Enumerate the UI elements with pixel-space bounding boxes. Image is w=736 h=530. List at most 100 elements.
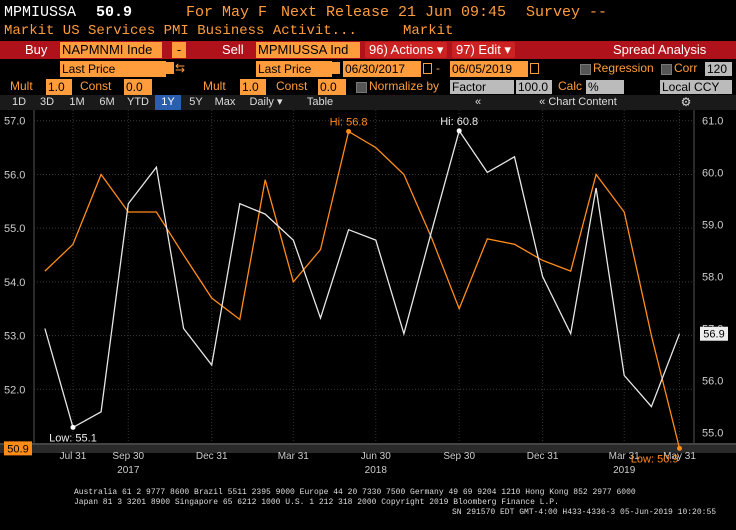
last-value: 50.9 bbox=[96, 4, 133, 21]
footer-session: SN 291570 EDT GMT-4:00 H433-4336-3 05-Ju… bbox=[452, 508, 717, 517]
end-date-input[interactable]: 06/05/2019 bbox=[450, 61, 528, 77]
edit-button[interactable]: 97) Edit ▾ bbox=[452, 42, 515, 58]
tab-5y[interactable]: 5Y bbox=[183, 95, 209, 110]
year-label: 2019 bbox=[613, 465, 636, 476]
x-tick-label: Jun 30 bbox=[361, 451, 391, 462]
right-tick-label: 60.0 bbox=[702, 167, 723, 179]
date-dash: - bbox=[436, 61, 440, 75]
tab-ytd[interactable]: YTD bbox=[123, 95, 153, 110]
chart-content-button[interactable]: « Chart Content bbox=[528, 95, 628, 110]
x-tick-label: Dec 31 bbox=[527, 451, 559, 462]
regression-label: Regression bbox=[593, 61, 654, 75]
mult2-label: Mult bbox=[203, 79, 226, 93]
left-tick-label: 53.0 bbox=[4, 331, 25, 343]
white-hi-marker bbox=[456, 128, 462, 134]
tab-1y[interactable]: 1Y bbox=[155, 95, 181, 110]
x-tick-label: Jul 31 bbox=[60, 451, 87, 462]
x-tick-label: Sep 30 bbox=[112, 451, 144, 462]
tab-3d[interactable]: 3D bbox=[34, 95, 60, 110]
tab-6m[interactable]: 6M bbox=[93, 95, 121, 110]
start-date-input[interactable]: 06/30/2017 bbox=[343, 61, 421, 77]
left-tick-label: 55.0 bbox=[4, 223, 25, 235]
left-tick-label: 54.0 bbox=[4, 277, 25, 289]
tab-1m[interactable]: 1M bbox=[63, 95, 91, 110]
calendar-icon[interactable] bbox=[530, 63, 539, 74]
survey: Survey -- bbox=[526, 4, 608, 21]
sell-label: Sell bbox=[222, 42, 244, 57]
left-last-value: 50.9 bbox=[7, 443, 28, 455]
spread-analysis-title: Spread Analysis bbox=[613, 42, 707, 57]
const1-label: Const bbox=[80, 79, 112, 93]
gear-icon[interactable]: ⚙ bbox=[676, 95, 696, 110]
corr-checkbox[interactable] bbox=[661, 64, 672, 75]
right-last-value: 56.9 bbox=[703, 329, 724, 341]
sell-security-input[interactable]: MPMIUSSA Ind bbox=[256, 42, 360, 58]
const2-input[interactable]: 0.0 bbox=[318, 79, 346, 95]
const2-label: Const bbox=[276, 79, 308, 93]
description-bar: Markit US Services PMI Business Activit.… bbox=[0, 23, 736, 40]
toolbar: Buy NAPMNMI Inde - Sell MPMIUSSA Ind 96)… bbox=[0, 41, 736, 59]
corr-window-input[interactable]: 120 bbox=[705, 62, 732, 76]
actions-button[interactable]: 96) Actions ▾ bbox=[365, 42, 448, 58]
minus-button[interactable]: - bbox=[172, 42, 186, 58]
buy-security-input[interactable]: NAPMNMI Inde bbox=[60, 42, 162, 58]
left-tick-label: 57.0 bbox=[4, 116, 25, 128]
tab-1d[interactable]: 1D bbox=[6, 95, 32, 110]
currency-select[interactable]: Local CCY bbox=[660, 80, 732, 94]
footer-contacts: Australia 61 2 9777 8600 Brazil 5511 239… bbox=[74, 488, 636, 497]
mult1-input[interactable]: 1.0 bbox=[46, 79, 72, 95]
left-tick-label: 52.0 bbox=[4, 384, 25, 396]
calc-select[interactable]: % bbox=[586, 80, 624, 94]
calendar-icon[interactable] bbox=[423, 63, 432, 74]
year-label: 2018 bbox=[365, 465, 388, 476]
mult2-input[interactable]: 1.0 bbox=[240, 79, 266, 95]
orange-low-label: Low: 50.9 bbox=[631, 453, 679, 465]
chevron-down-icon[interactable] bbox=[166, 62, 174, 74]
footer-contacts-2: Japan 81 3 3201 8900 Singapore 65 6212 1… bbox=[74, 498, 559, 507]
tab-max[interactable]: Max bbox=[211, 95, 239, 110]
corr-label: Corr bbox=[674, 61, 698, 75]
calc-label: Calc bbox=[558, 79, 583, 93]
x-tick-label: Sep 30 bbox=[443, 451, 475, 462]
frequency-select[interactable]: Daily ▾ bbox=[242, 95, 290, 110]
chart-background bbox=[0, 110, 736, 487]
left-tick-label: 56.0 bbox=[4, 169, 25, 181]
year-label: 2017 bbox=[117, 465, 140, 476]
adjust-row: Mult 1.0 Const 0.0 Mult 1.0 Const 0.0 No… bbox=[0, 78, 736, 95]
normalize-label: Normalize by bbox=[369, 79, 440, 93]
chevron-down-icon[interactable] bbox=[332, 62, 340, 74]
normalize-select[interactable]: Factor bbox=[450, 80, 514, 94]
orange-low-marker bbox=[676, 445, 682, 451]
white-low-label: Low: 55.1 bbox=[49, 432, 97, 444]
spread-chart: 52.053.054.055.056.057.0 55.056.057.058.… bbox=[0, 110, 736, 487]
footer: Australia 61 2 9777 8600 Brazil 5511 239… bbox=[0, 487, 736, 530]
ticker: MPMIUSSA bbox=[4, 4, 77, 21]
buy-label: Buy bbox=[25, 42, 48, 57]
const1-input[interactable]: 0.0 bbox=[124, 79, 152, 95]
orange-hi-label: Hi: 56.8 bbox=[330, 116, 368, 128]
right-tick-label: 58.0 bbox=[702, 272, 723, 284]
right-tick-label: 56.0 bbox=[702, 376, 723, 388]
x-tick-label: Dec 31 bbox=[196, 451, 228, 462]
source: Markit bbox=[403, 23, 454, 39]
field2-select[interactable]: Last Price bbox=[256, 61, 332, 77]
field-row: Last Price ⇆ Last Price 06/30/2017 - 06/… bbox=[0, 60, 736, 78]
normalize-checkbox[interactable] bbox=[356, 82, 367, 93]
orange-hi-marker bbox=[346, 128, 352, 134]
mult1-label: Mult bbox=[10, 79, 33, 93]
collapse-icon[interactable]: « bbox=[468, 95, 488, 110]
white-hi-label: Hi: 60.8 bbox=[440, 116, 478, 128]
factor-input[interactable]: 100.0 bbox=[516, 80, 552, 94]
swap-icon[interactable]: ⇆ bbox=[175, 61, 185, 75]
x-tick-label: Mar 31 bbox=[278, 451, 310, 462]
regression-checkbox[interactable] bbox=[580, 64, 591, 75]
field1-select[interactable]: Last Price bbox=[60, 61, 166, 77]
period-tabs: 1D 3D 1M 6M YTD 1Y 5Y Max Daily ▾ Table … bbox=[0, 95, 736, 110]
white-low-marker bbox=[70, 424, 76, 430]
security-description: Markit US Services PMI Business Activit.… bbox=[4, 23, 357, 39]
right-tick-label: 55.0 bbox=[702, 428, 723, 440]
right-tick-label: 61.0 bbox=[702, 115, 723, 127]
tab-table[interactable]: Table bbox=[300, 95, 340, 110]
next-release: Next Release 21 Jun 09:45 bbox=[281, 4, 507, 21]
right-tick-label: 59.0 bbox=[702, 219, 723, 231]
